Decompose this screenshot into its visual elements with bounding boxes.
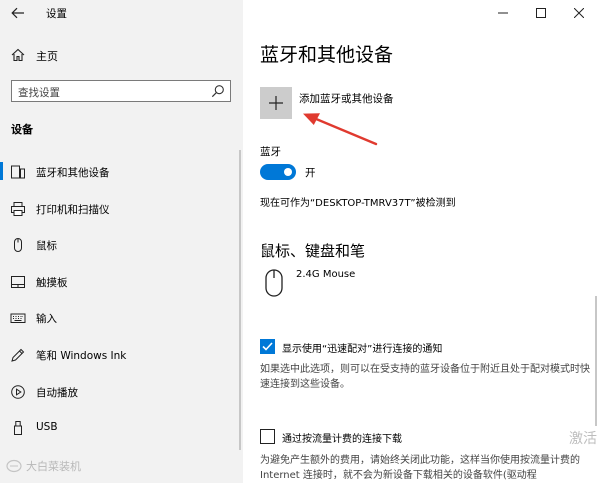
bluetooth-devices-icon	[11, 165, 25, 179]
window-controls	[480, 0, 600, 26]
mouse-device-icon	[265, 269, 283, 297]
sidebar-item-label: 自动播放	[36, 386, 78, 399]
toggle-state-label: 开	[305, 167, 316, 179]
sidebar-item-label: USB	[36, 421, 58, 434]
close-button[interactable]	[570, 4, 588, 22]
discoverable-text: 现在可作为“DESKTOP-TMRV37T”被检测到	[260, 198, 456, 209]
mouse-icon	[14, 238, 22, 253]
swift-pair-label[interactable]: 显示使用“迅速配对”进行连接的通知	[282, 340, 442, 355]
sidebar-item-mouse[interactable]: 鼠标	[0, 233, 243, 270]
title-bar-left: 设置	[0, 0, 243, 28]
plus-icon	[269, 96, 283, 110]
watermark: 大白菜装机	[6, 458, 81, 474]
minimize-icon	[498, 12, 508, 14]
page-title: 蓝牙和其他设备	[260, 44, 394, 66]
sidebar-item-touchpad[interactable]: 触摸板	[0, 270, 243, 307]
add-device-label[interactable]: 添加蓝牙或其他设备	[299, 91, 394, 106]
watermark-logo-icon	[6, 459, 22, 473]
sidebar-item-pen[interactable]: 笔和 Windows Ink	[0, 343, 243, 380]
sidebar-item-autoplay[interactable]: 自动播放	[0, 380, 243, 417]
activate-windows-watermark: 激活	[569, 431, 597, 447]
keyboard-icon	[10, 313, 26, 324]
sidebar-item-bluetooth[interactable]: 蓝牙和其他设备	[0, 160, 243, 197]
sidebar-item-label: 打印机和扫描仪	[36, 203, 110, 216]
bluetooth-toggle[interactable]	[260, 164, 296, 180]
checkmark-icon	[262, 342, 273, 351]
search-input[interactable]: 查找设置	[18, 85, 60, 100]
device-item-mouse[interactable]: 2.4G Mouse	[296, 269, 355, 280]
sidebar-section-heading: 设备	[11, 123, 33, 136]
sidebar-item-usb[interactable]: USB	[0, 416, 243, 453]
sidebar-item-printers[interactable]: 打印机和扫描仪	[0, 197, 243, 234]
main-panel: 蓝牙和其他设备 添加蓝牙或其他设备 蓝牙 开 现在可作为“DESKTOP-TMR…	[243, 0, 600, 483]
back-arrow-icon	[11, 7, 24, 19]
sidebar-item-label: 鼠标	[36, 240, 57, 253]
autoplay-icon	[11, 384, 25, 399]
sidebar-scrollbar[interactable]	[239, 150, 241, 450]
usb-icon	[14, 421, 22, 436]
toggle-knob	[284, 168, 292, 176]
close-icon	[574, 8, 584, 18]
bluetooth-label: 蓝牙	[260, 146, 281, 158]
search-icon[interactable]	[211, 84, 225, 98]
mouse-keyboard-pen-heading: 鼠标、键盘和笔	[260, 242, 366, 260]
window-title: 设置	[46, 8, 67, 20]
sidebar: 设置 主页 查找设置 设备 蓝牙和其他设备 打印机和扫描仪 鼠标 触摸板 输入	[0, 0, 243, 483]
swift-pair-description: 如果选中此选项，则可以在受支持的蓝牙设备位于附近且处于配对模式时快速连接到这些设…	[260, 364, 590, 390]
home-label: 主页	[36, 50, 58, 63]
sidebar-item-label: 笔和 Windows Ink	[36, 349, 127, 362]
maximize-button[interactable]	[532, 4, 550, 22]
sidebar-item-typing[interactable]: 输入	[0, 306, 243, 343]
home-nav-item[interactable]: 主页	[0, 44, 243, 66]
red-arrow-annotation	[303, 113, 378, 146]
touchpad-icon	[11, 275, 25, 288]
printer-icon	[11, 201, 25, 216]
sidebar-nav: 蓝牙和其他设备 打印机和扫描仪 鼠标 触摸板 输入 笔和 Windows Ink…	[0, 160, 243, 453]
minimize-button[interactable]	[494, 4, 512, 22]
metered-download-checkbox[interactable]	[260, 429, 275, 444]
metered-download-description: 为避免产生额外的费用，请始终关闭此功能，这样当你使用按流量计费的 Interne…	[260, 455, 580, 481]
swift-pair-checkbox[interactable]	[260, 339, 275, 354]
main-scrollbar[interactable]	[595, 296, 597, 426]
maximize-icon	[536, 8, 546, 18]
home-icon	[11, 48, 25, 62]
add-device-button[interactable]	[260, 87, 292, 119]
search-box[interactable]: 查找设置	[11, 80, 231, 102]
metered-download-label[interactable]: 通过按流量计费的连接下载	[282, 430, 402, 445]
back-button[interactable]	[6, 3, 30, 23]
sidebar-item-label: 输入	[36, 313, 57, 326]
watermark-text: 大白菜装机	[26, 460, 81, 473]
sidebar-item-label: 蓝牙和其他设备	[36, 167, 110, 179]
pen-icon	[11, 348, 25, 362]
sidebar-item-label: 触摸板	[36, 276, 68, 289]
